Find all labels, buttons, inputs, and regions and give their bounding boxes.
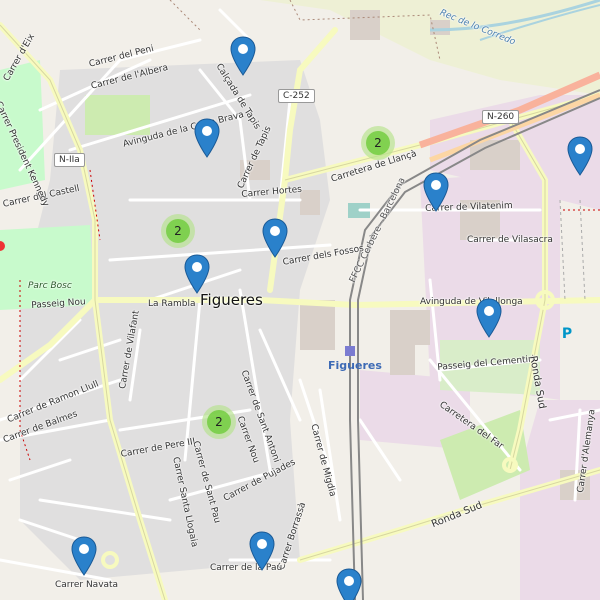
cluster-count: 2	[166, 219, 190, 243]
road-shield-c252: C-252	[278, 89, 315, 103]
street-label-rambla: La Rambla	[148, 299, 196, 309]
marker-cluster[interactable]: 2	[202, 405, 236, 439]
map-marker-icon[interactable]	[184, 254, 210, 294]
map-marker-icon[interactable]	[230, 36, 256, 76]
road-shield-n2a: N-IIa	[54, 153, 85, 167]
street-label-vilallonga: Avinguda de Vilallonga	[420, 297, 523, 307]
map-marker-icon[interactable]	[262, 218, 288, 258]
map-marker-icon[interactable]	[476, 298, 502, 338]
marker-cluster[interactable]: 2	[361, 126, 395, 160]
map-marker-icon[interactable]	[567, 136, 593, 176]
road-shield-n260: N-260	[482, 110, 520, 124]
station-label: Figueres	[328, 359, 382, 372]
map-view[interactable]: Carrer del Peni Carrer de l'Albera Aving…	[0, 0, 600, 600]
map-marker-icon[interactable]	[249, 531, 275, 571]
map-marker-icon[interactable]	[194, 118, 220, 158]
street-label-vilasacra: Carrer de Vilasacra	[467, 235, 553, 245]
cluster-count: 2	[207, 410, 231, 434]
parking-icon: P	[561, 326, 573, 342]
park-label: Parc Bosc	[28, 281, 72, 291]
marker-cluster[interactable]: 2	[161, 214, 195, 248]
cluster-count: 2	[366, 131, 390, 155]
street-label-navata: Carrer Navata	[55, 580, 119, 590]
train-station-icon	[345, 346, 355, 356]
map-marker-icon[interactable]	[71, 536, 97, 576]
map-marker-icon[interactable]	[423, 172, 449, 212]
map-marker-icon[interactable]	[336, 568, 362, 600]
